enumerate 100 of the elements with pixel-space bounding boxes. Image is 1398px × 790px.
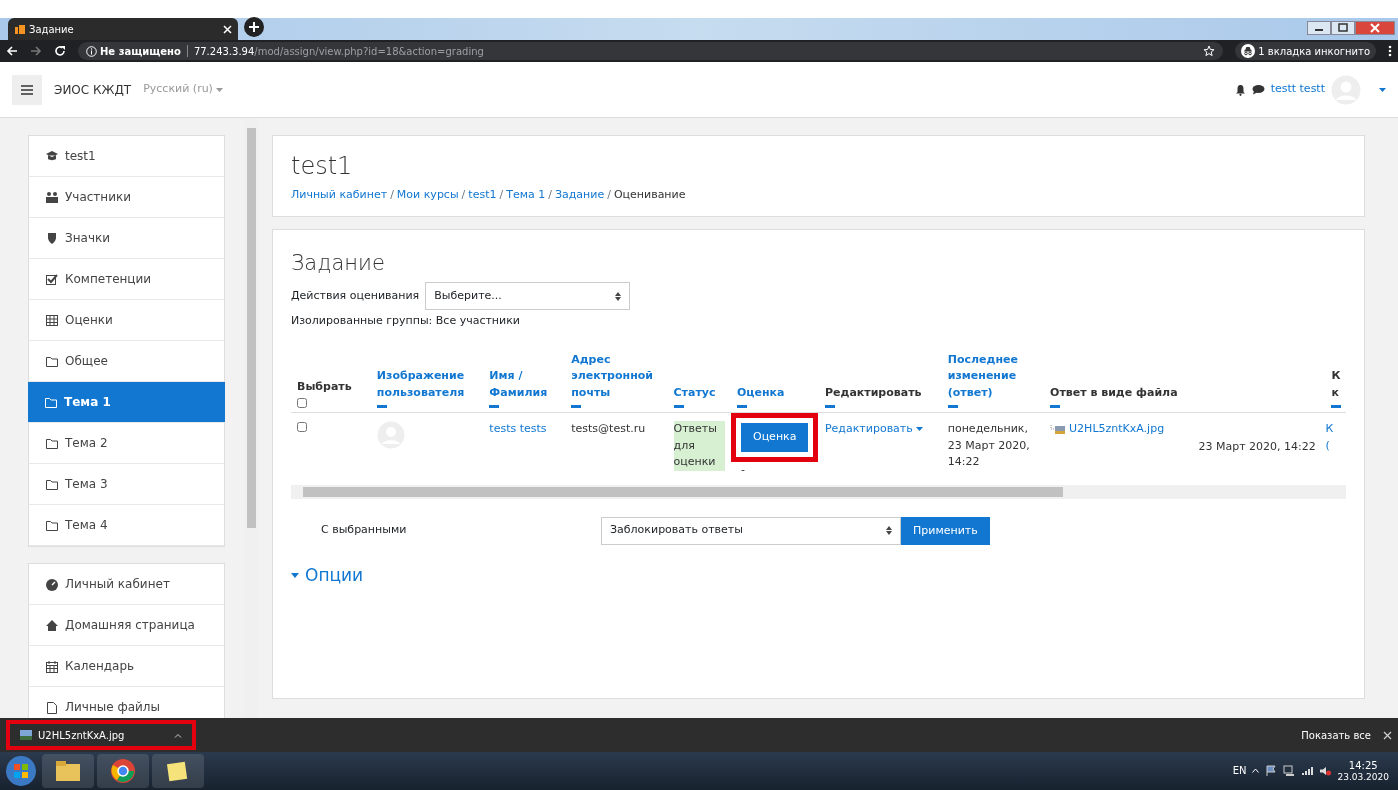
reload-icon[interactable] xyxy=(54,45,66,57)
edit-menu[interactable]: Редактировать xyxy=(824,421,923,438)
caret-icon xyxy=(915,427,923,432)
people-icon xyxy=(45,190,59,204)
sidebar-item[interactable]: Значки xyxy=(29,218,224,259)
sidebar-item[interactable]: Тема 2 xyxy=(29,423,224,464)
folder-icon xyxy=(44,395,58,409)
bell-icon[interactable] xyxy=(1234,83,1246,96)
file-icon xyxy=(45,700,59,714)
sort-link[interactable]: Статус xyxy=(673,384,725,401)
grading-action-select[interactable]: Выберите... xyxy=(425,282,631,310)
sort-link[interactable]: Адрес электронной почты xyxy=(571,351,662,401)
caret-icon xyxy=(291,572,299,578)
chat-icon[interactable] xyxy=(1251,84,1265,95)
star-icon[interactable] xyxy=(1203,45,1216,57)
row-checkbox[interactable] xyxy=(297,422,307,432)
forward-icon[interactable] xyxy=(30,45,42,57)
incognito-indicator[interactable]: 1 вкладка инкогнито xyxy=(1235,42,1376,60)
site-icon xyxy=(14,24,26,34)
apply-button[interactable]: Применить xyxy=(901,516,990,545)
sort-link[interactable]: Оценка xyxy=(736,384,813,401)
file-link[interactable]: U2HL5zntKxA.jpg xyxy=(1069,421,1165,438)
house-icon xyxy=(45,618,59,632)
menu-button[interactable] xyxy=(12,74,42,105)
collapse-icon[interactable] xyxy=(947,405,958,408)
sidebar-item[interactable]: Оценки xyxy=(29,300,224,341)
sidebar-item[interactable]: Участники xyxy=(29,177,224,218)
breadcrumb-link[interactable]: Личный кабинет xyxy=(291,187,388,204)
language-indicator[interactable]: EN xyxy=(1232,763,1247,779)
breadcrumb-separator: / xyxy=(461,187,466,203)
site-name[interactable]: ЭИОС КЖДТ xyxy=(54,80,132,99)
grade-text: - xyxy=(739,461,746,478)
breadcrumb-separator: / xyxy=(499,187,504,203)
clock[interactable]: 14:25 23.03.2020 xyxy=(1337,759,1389,783)
collapse-icon[interactable] xyxy=(571,405,582,408)
breadcrumb-link[interactable]: Мои курсы xyxy=(396,187,459,204)
sort-link[interactable]: Последнее изменение (ответ) xyxy=(947,351,1039,401)
chevron-up-icon xyxy=(174,732,182,738)
sort-link[interactable]: Изображение пользователя xyxy=(376,368,478,401)
breadcrumb-link[interactable]: Задание xyxy=(554,187,605,204)
collapse-icon[interactable] xyxy=(1331,405,1342,408)
menu-icon[interactable] xyxy=(1388,45,1392,57)
calendar-icon xyxy=(45,659,59,673)
sidebar-item[interactable]: Компетенции xyxy=(29,259,224,300)
sidebar-item[interactable]: Личный кабинет xyxy=(29,564,224,605)
folder-icon xyxy=(45,477,59,491)
sidebar-item[interactable]: Домашняя страница xyxy=(29,605,224,646)
sidebar-item[interactable]: Тема 1 xyxy=(28,382,225,423)
select-all-checkbox[interactable] xyxy=(297,398,307,408)
start-button-icon[interactable] xyxy=(3,754,39,788)
incognito-icon xyxy=(1241,44,1256,58)
field-label: Действия оценивания xyxy=(291,287,420,304)
grade-button[interactable]: Оценка xyxy=(740,423,809,452)
flag-icon[interactable] xyxy=(1265,765,1278,777)
show-all-link[interactable]: Показать все xyxy=(1301,727,1371,743)
breadcrumb-separator: / xyxy=(548,187,552,203)
chevron-up-icon[interactable] xyxy=(1252,768,1260,774)
collapse-icon[interactable] xyxy=(489,405,500,408)
user-name[interactable]: testt testt xyxy=(1270,81,1325,98)
file-date: 23 Март 2020, 14:22 xyxy=(1198,440,1316,453)
column-header: Ответ в виде файла xyxy=(1050,384,1179,401)
plus-icon[interactable] xyxy=(244,17,264,37)
maximize-icon[interactable] xyxy=(1331,21,1355,35)
collapse-icon[interactable] xyxy=(673,405,684,408)
sidebar-item[interactable]: Тема 4 xyxy=(29,505,224,546)
folder-icon[interactable] xyxy=(55,760,81,782)
close-icon[interactable] xyxy=(1383,730,1392,740)
bulk-action-select[interactable]: Заблокировать ответы xyxy=(601,516,901,545)
back-icon[interactable] xyxy=(6,45,18,57)
download-item[interactable]: U2HL5zntKxA.jpg xyxy=(6,720,196,750)
sidebar-item[interactable]: test1 xyxy=(29,136,224,177)
collapse-icon[interactable] xyxy=(1050,405,1061,408)
collapse-icon[interactable] xyxy=(376,405,387,408)
folder-icon xyxy=(45,436,59,450)
horizontal-scrollbar[interactable] xyxy=(291,484,1346,499)
image-file-icon xyxy=(1050,423,1067,435)
caret-icon[interactable] xyxy=(1379,87,1386,92)
groups-text: Изолированные группы: Все участники xyxy=(291,313,521,329)
browser-tab[interactable]: Задание xyxy=(8,18,238,40)
column-header: Редактировать xyxy=(824,384,923,401)
options-toggle[interactable]: Опции xyxy=(291,562,1346,588)
security-label: Не защищено xyxy=(100,44,181,59)
breadcrumb-link[interactable]: Тема 1 xyxy=(506,187,546,204)
folder-icon xyxy=(45,518,59,532)
sidebar-item[interactable]: Тема 3 xyxy=(29,464,224,505)
user-link[interactable]: tests tests xyxy=(489,422,547,435)
signal-icon[interactable] xyxy=(1301,766,1314,776)
truncated-link[interactable]: К ( xyxy=(1325,421,1340,454)
sticky-notes-icon[interactable] xyxy=(166,760,190,782)
sort-link[interactable]: Имя / Фамилия xyxy=(489,368,560,401)
address-field[interactable]: Не защищено 77.243.3.94/mod/assign/view.php?id=18&action=grading xyxy=(78,42,1224,60)
sidebar-item[interactable]: Календарь xyxy=(29,646,224,687)
volume-icon[interactable] xyxy=(1319,766,1332,776)
breadcrumb-link[interactable]: test1 xyxy=(468,187,497,204)
browser-icon[interactable] xyxy=(110,758,136,784)
collapse-icon[interactable] xyxy=(736,405,747,408)
collapse-icon[interactable] xyxy=(824,405,835,408)
network-icon[interactable] xyxy=(1283,765,1296,777)
image-file-icon xyxy=(20,730,32,740)
minimize-icon[interactable] xyxy=(1307,21,1331,35)
